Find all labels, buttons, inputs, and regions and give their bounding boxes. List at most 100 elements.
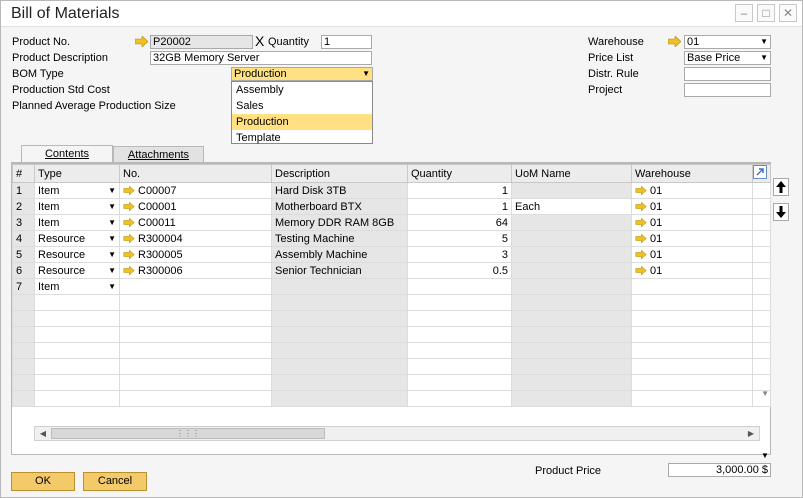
type-cell[interactable]: Resource ▼ [34,262,120,279]
scroll-down-icon[interactable]: ▼ [761,389,769,398]
table-row[interactable] [12,374,771,391]
chevron-down-icon[interactable]: ▼ [108,200,116,214]
type-cell[interactable] [34,374,120,391]
table-row[interactable]: 6 Resource ▼ R300006 Senior Technician 0.5 01 [12,262,771,279]
quantity-cell[interactable] [407,342,512,359]
description-cell[interactable]: Motherboard BTX [271,198,408,215]
uom-cell[interactable] [511,262,632,279]
no-cell[interactable] [119,342,272,359]
description-cell[interactable]: Memory DDR RAM 8GB [271,214,408,231]
link-arrow-icon[interactable] [635,249,647,259]
quantity-field[interactable]: 1 [321,35,372,49]
no-cell[interactable]: R300005 [119,246,272,263]
uom-cell[interactable] [511,246,632,263]
type-cell[interactable] [34,326,120,343]
type-cell[interactable]: Resource ▼ [34,230,120,247]
table-row[interactable] [12,294,771,311]
type-cell[interactable]: Item ▼ [34,278,120,295]
column-header-warehouse[interactable]: Warehouse [631,164,753,183]
warehouse-cell[interactable] [631,390,753,407]
no-cell[interactable]: C00011 [119,214,272,231]
dropdown-option-sales[interactable]: Sales [232,98,372,114]
quantity-cell[interactable] [407,294,512,311]
description-cell[interactable] [271,326,408,343]
uom-cell[interactable] [511,358,632,375]
table-row[interactable]: 1 Item ▼ C00007 Hard Disk 3TB 1 01 [12,182,771,199]
uom-cell[interactable] [511,374,632,391]
description-cell[interactable]: Testing Machine [271,230,408,247]
no-cell[interactable] [119,390,272,407]
uom-cell[interactable] [511,390,632,407]
quantity-cell[interactable] [407,310,512,327]
product-no-field[interactable]: P20002 [150,35,253,49]
quantity-cell[interactable] [407,374,512,391]
column-header-type[interactable]: Type [34,164,120,183]
quantity-cell[interactable]: 3 [407,246,512,263]
description-cell[interactable] [271,342,408,359]
dropdown-option-assembly[interactable]: Assembly [232,82,372,98]
table-row[interactable]: 3 Item ▼ C00011 Memory DDR RAM 8GB 64 01 [12,214,771,231]
tab-attachments[interactable]: Attachments [113,146,204,163]
table-row[interactable]: 7 Item ▼ [12,278,771,295]
chevron-down-icon[interactable]: ▼ [108,280,116,294]
link-arrow-icon[interactable] [635,233,647,243]
scroll-thumb[interactable]: ⋮⋮⋮ [51,428,325,439]
quantity-cell[interactable]: 64 [407,214,512,231]
link-arrow-icon[interactable] [123,265,135,275]
link-arrow-icon[interactable] [668,36,681,47]
quantity-cell[interactable] [407,326,512,343]
chevron-down-icon[interactable]: ▼ [108,216,116,230]
product-price-field[interactable]: 3,000.00 $ [668,463,771,477]
warehouse-cell[interactable] [631,326,753,343]
project-field[interactable] [684,83,771,97]
table-row[interactable] [12,358,771,375]
uom-cell[interactable] [511,214,632,231]
link-arrow-icon[interactable] [635,201,647,211]
bom-type-select[interactable]: Production ▼ [231,67,373,81]
description-cell[interactable]: Hard Disk 3TB [271,182,408,199]
price-list-select[interactable]: Base Price ▼ [684,51,771,65]
description-cell[interactable]: Senior Technician [271,262,408,279]
close-icon[interactable]: ✕ [779,4,797,22]
link-arrow-icon[interactable] [135,36,148,47]
uom-cell[interactable] [511,294,632,311]
no-cell[interactable] [119,358,272,375]
uom-cell[interactable] [511,342,632,359]
type-cell[interactable] [34,390,120,407]
warehouse-cell[interactable]: 01 [631,262,753,279]
type-cell[interactable]: Resource ▼ [34,246,120,263]
link-arrow-icon[interactable] [123,201,135,211]
dropdown-option-production[interactable]: Production [232,114,372,130]
column-header-uom-name[interactable]: UoM Name [511,164,632,183]
no-cell[interactable] [119,294,272,311]
type-cell[interactable] [34,310,120,327]
table-row[interactable]: 5 Resource ▼ R300005 Assembly Machine 3 01 [12,246,771,263]
ok-button[interactable]: OK [11,472,75,491]
move-row-down-button[interactable] [773,203,789,221]
link-arrow-icon[interactable] [635,185,647,195]
uom-cell[interactable] [511,230,632,247]
horizontal-scrollbar[interactable]: ◀ ⋮⋮⋮ ▶ [34,426,760,441]
link-arrow-icon[interactable] [635,265,647,275]
no-cell[interactable]: C00007 [119,182,272,199]
column-header-quantity[interactable]: Quantity [407,164,512,183]
warehouse-cell[interactable]: 01 [631,214,753,231]
description-cell[interactable] [271,358,408,375]
quantity-cell[interactable]: 1 [407,198,512,215]
warehouse-cell[interactable] [631,294,753,311]
chevron-down-icon[interactable]: ▼ [108,184,116,198]
no-cell[interactable] [119,310,272,327]
scroll-right-icon[interactable]: ▶ [744,427,758,440]
quantity-cell[interactable]: 1 [407,182,512,199]
warehouse-cell[interactable] [631,358,753,375]
no-cell[interactable] [119,374,272,391]
warehouse-cell[interactable] [631,374,753,391]
no-cell[interactable]: R300004 [119,230,272,247]
distr-rule-field[interactable] [684,67,771,81]
no-cell[interactable]: R300006 [119,262,272,279]
scroll-left-icon[interactable]: ◀ [36,427,50,440]
type-cell[interactable] [34,342,120,359]
type-cell[interactable] [34,294,120,311]
warehouse-cell[interactable]: 01 [631,246,753,263]
column-header-number[interactable]: # [12,164,35,183]
